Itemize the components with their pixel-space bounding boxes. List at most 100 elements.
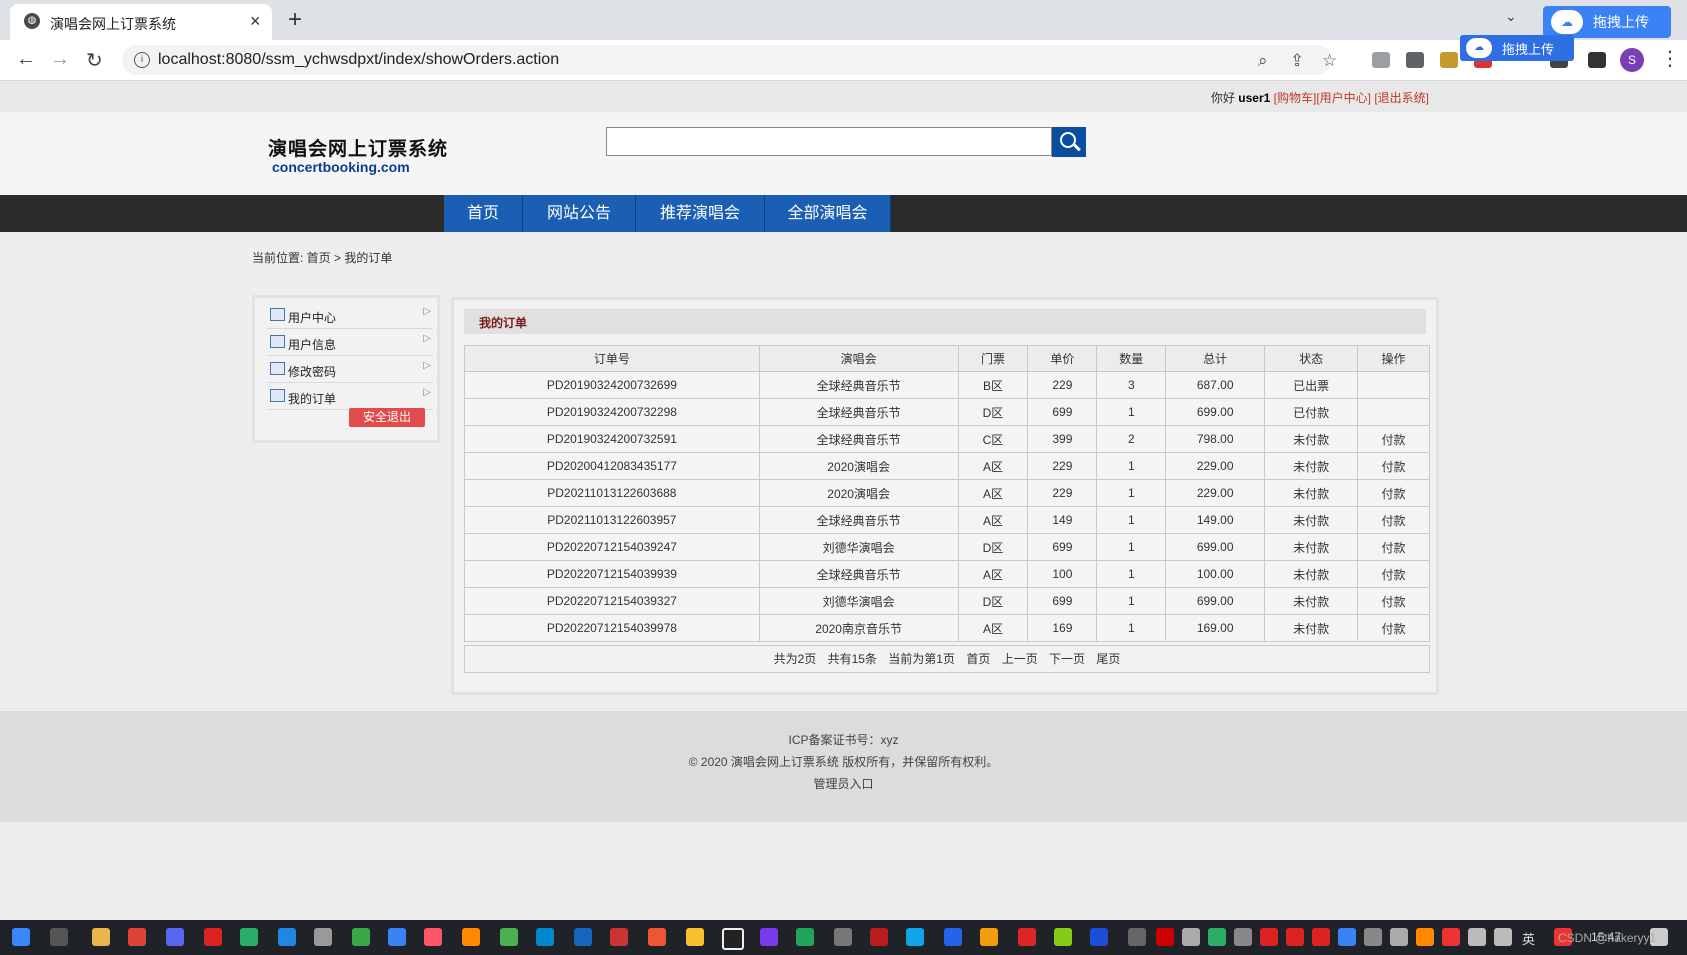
cart-link[interactable]: [购物车] — [1274, 91, 1317, 105]
sidebar-item-user-center[interactable]: 用户中心 ▷ — [267, 302, 433, 329]
pay-action[interactable]: 付款 — [1357, 614, 1430, 642]
nav-recommended[interactable]: 推荐演唱会 — [636, 195, 765, 232]
app-icon[interactable] — [500, 928, 518, 946]
tray-icon[interactable] — [1234, 928, 1252, 946]
input-language[interactable]: 英 — [1522, 929, 1535, 948]
app-icon[interactable] — [870, 928, 888, 946]
app-icon[interactable] — [462, 928, 480, 946]
nav-announcements[interactable]: 网站公告 — [523, 195, 636, 232]
site-info-icon[interactable]: i — [134, 52, 150, 68]
profile-avatar[interactable]: S — [1620, 48, 1644, 72]
file-explorer-icon[interactable] — [92, 928, 110, 946]
app-icon[interactable] — [834, 928, 852, 946]
address-bar[interactable]: i localhost:8080/ssm_ychwsdpxt/index/sho… — [122, 45, 1337, 75]
app-icon[interactable] — [388, 928, 406, 946]
browser-tab[interactable]: ◍ 演唱会网上订票系统 × — [10, 4, 272, 40]
pay-action[interactable]: 付款 — [1357, 425, 1430, 453]
forward-arrow-icon[interactable]: → — [50, 48, 70, 71]
search-icon[interactable] — [50, 928, 68, 946]
pay-action[interactable]: 付款 — [1357, 560, 1430, 588]
nav-all-concerts[interactable]: 全部演唱会 — [765, 195, 891, 232]
app-icon[interactable] — [610, 928, 628, 946]
menu-kebab-icon[interactable]: ⋮ — [1660, 46, 1680, 71]
cloud-upload-floating-button[interactable]: ☁ 拖拽上传 — [1460, 35, 1574, 61]
bookmark-star-icon[interactable]: ☆ — [1322, 51, 1337, 71]
side-panel-icon[interactable] — [1588, 52, 1606, 68]
table-cell: 699.00 — [1165, 533, 1266, 561]
close-tab-icon[interactable]: × — [250, 11, 261, 32]
volume-icon[interactable] — [1494, 928, 1512, 946]
site-logo[interactable]: 演唱会网上订票系统 — [268, 134, 448, 161]
qq-icon[interactable] — [204, 928, 222, 946]
chrome-icon[interactable] — [128, 928, 146, 946]
next-page-link[interactable]: 下一页 — [1049, 652, 1085, 666]
reload-icon[interactable]: ↻ — [86, 48, 103, 73]
tray-icon[interactable] — [1364, 928, 1382, 946]
wechat-icon[interactable] — [240, 928, 258, 946]
search-input[interactable] — [606, 127, 1052, 156]
logout-link[interactable]: [退出系统] — [1374, 91, 1429, 105]
user-center-link[interactable]: [用户中心] — [1316, 91, 1371, 105]
share-icon[interactable]: ⇪ — [1290, 51, 1304, 71]
pay-action[interactable]: 付款 — [1357, 533, 1430, 561]
nav-home[interactable]: 首页 — [444, 195, 523, 232]
app-icon[interactable] — [796, 928, 814, 946]
column-header: 数量 — [1096, 345, 1167, 372]
last-page-link[interactable]: 尾页 — [1096, 652, 1120, 666]
qq-tray-icon[interactable] — [1312, 928, 1330, 946]
safe-logout-button[interactable]: 安全退出 — [349, 408, 425, 427]
wifi-icon[interactable] — [1390, 928, 1408, 946]
admin-entry-link[interactable]: 管理员入口 — [0, 775, 1687, 792]
pay-action[interactable]: 付款 — [1357, 587, 1430, 615]
zoom-icon[interactable]: ⌕ — [1258, 51, 1268, 71]
app-icon[interactable] — [536, 928, 554, 946]
edge-icon[interactable] — [906, 928, 924, 946]
table-cell: 全球经典音乐节 — [758, 425, 959, 453]
tray-record-icon[interactable] — [1156, 928, 1174, 946]
microphone-icon[interactable] — [1182, 928, 1200, 946]
pay-action[interactable]: 付款 — [1357, 506, 1430, 534]
back-arrow-icon[interactable]: ← — [16, 48, 36, 71]
prev-page-link[interactable]: 上一页 — [1002, 652, 1038, 666]
battery-icon[interactable] — [1468, 928, 1486, 946]
wechat-tray-icon[interactable] — [1208, 928, 1226, 946]
search-button[interactable] — [1052, 127, 1086, 157]
tray-chevron-icon[interactable] — [1128, 928, 1146, 946]
app-icon[interactable] — [686, 928, 704, 946]
first-page-link[interactable]: 首页 — [966, 652, 990, 666]
app-icon[interactable] — [648, 928, 666, 946]
app-icon[interactable] — [352, 928, 370, 946]
url-text[interactable]: localhost:8080/ssm_ychwsdpxt/index/showO… — [158, 51, 559, 69]
app-icon[interactable] — [760, 928, 778, 946]
app-icon[interactable] — [424, 928, 442, 946]
tray-icon[interactable] — [1338, 928, 1356, 946]
record-icon[interactable] — [722, 928, 744, 950]
sidebar-item-my-orders[interactable]: 我的订单 ▷ — [267, 383, 433, 410]
windows-start-icon[interactable] — [12, 928, 30, 946]
app-icon[interactable] — [1018, 928, 1036, 946]
sidebar-item-user-info[interactable]: 用户信息 ▷ — [267, 329, 433, 356]
extension-image-icon[interactable] — [1440, 52, 1458, 68]
app-icon[interactable] — [314, 928, 332, 946]
app-icon[interactable] — [1054, 928, 1072, 946]
new-tab-icon[interactable]: + — [288, 6, 302, 34]
pay-action[interactable]: 付款 — [1357, 452, 1430, 480]
app-icon[interactable] — [278, 928, 296, 946]
extension-cast-icon[interactable] — [1372, 52, 1390, 68]
pay-action[interactable]: 付款 — [1357, 479, 1430, 507]
cloud-upload-button[interactable]: ☁ 拖拽上传 — [1543, 6, 1671, 38]
table-cell: 未付款 — [1264, 425, 1359, 453]
intellij-icon[interactable] — [166, 928, 184, 946]
qq-tray-icon[interactable] — [1260, 928, 1278, 946]
camera-icon[interactable] — [1406, 52, 1424, 68]
tray-icon[interactable] — [1442, 928, 1460, 946]
app-icon[interactable] — [980, 928, 998, 946]
tray-icon[interactable] — [1416, 928, 1434, 946]
sidebar-item-change-password[interactable]: 修改密码 ▷ — [267, 356, 433, 383]
word-icon[interactable] — [1090, 928, 1108, 946]
column-header: 状态 — [1264, 345, 1359, 372]
app-icon[interactable] — [574, 928, 592, 946]
app-icon[interactable] — [944, 928, 962, 946]
tab-search-chevron-icon[interactable]: ⌄ — [1505, 8, 1517, 25]
qq-tray-icon[interactable] — [1286, 928, 1304, 946]
